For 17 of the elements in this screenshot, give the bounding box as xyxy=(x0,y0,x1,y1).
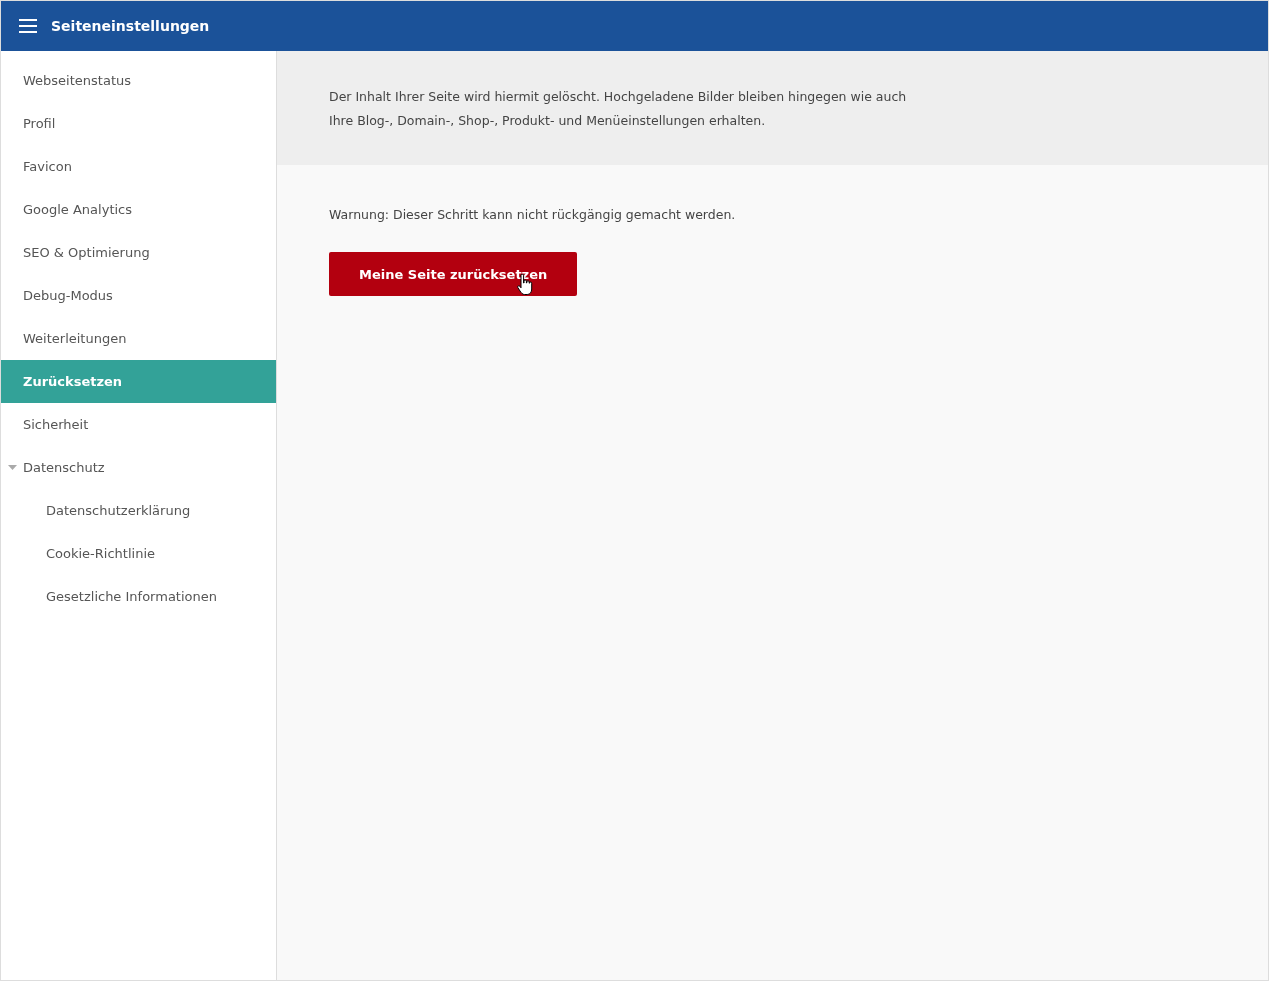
sidebar-item[interactable]: Favicon xyxy=(1,145,276,188)
sidebar-item[interactable]: Debug-Modus xyxy=(1,274,276,317)
sidebar-item[interactable]: Datenschutz xyxy=(1,446,276,489)
menu-icon[interactable] xyxy=(19,19,37,33)
sidebar-item[interactable]: Google Analytics xyxy=(1,188,276,231)
warning-text: Warnung: Dieser Schritt kann nicht rückgängig gemacht werden. xyxy=(329,207,736,222)
page-title: Seiteneinstellungen xyxy=(51,18,210,34)
sidebar-item[interactable]: Sicherheit xyxy=(1,403,276,446)
sidebar-item[interactable]: SEO & Optimierung xyxy=(1,231,276,274)
sidebar-item[interactable]: Datenschutzerklärung xyxy=(1,489,276,532)
sidebar-item[interactable]: Cookie-Richtlinie xyxy=(1,532,276,575)
sidebar-item[interactable]: Webseitenstatus xyxy=(1,59,276,102)
sidebar-item[interactable]: Profil xyxy=(1,102,276,145)
sidebar-item[interactable]: Weiterleitungen xyxy=(1,317,276,360)
sidebar-item[interactable]: Gesetzliche Informationen xyxy=(1,575,276,618)
info-text: Der Inhalt Ihrer Seite wird hiermit gelöscht. Hochgeladene Bilder bleiben hingegen wie auch Ihre Blog-, Domain-, Shop-, Produkt- und Menüeinstellungen erhalten. xyxy=(329,88,908,130)
reset-button[interactable]: Meine Seite zurücksetzen xyxy=(329,252,578,296)
